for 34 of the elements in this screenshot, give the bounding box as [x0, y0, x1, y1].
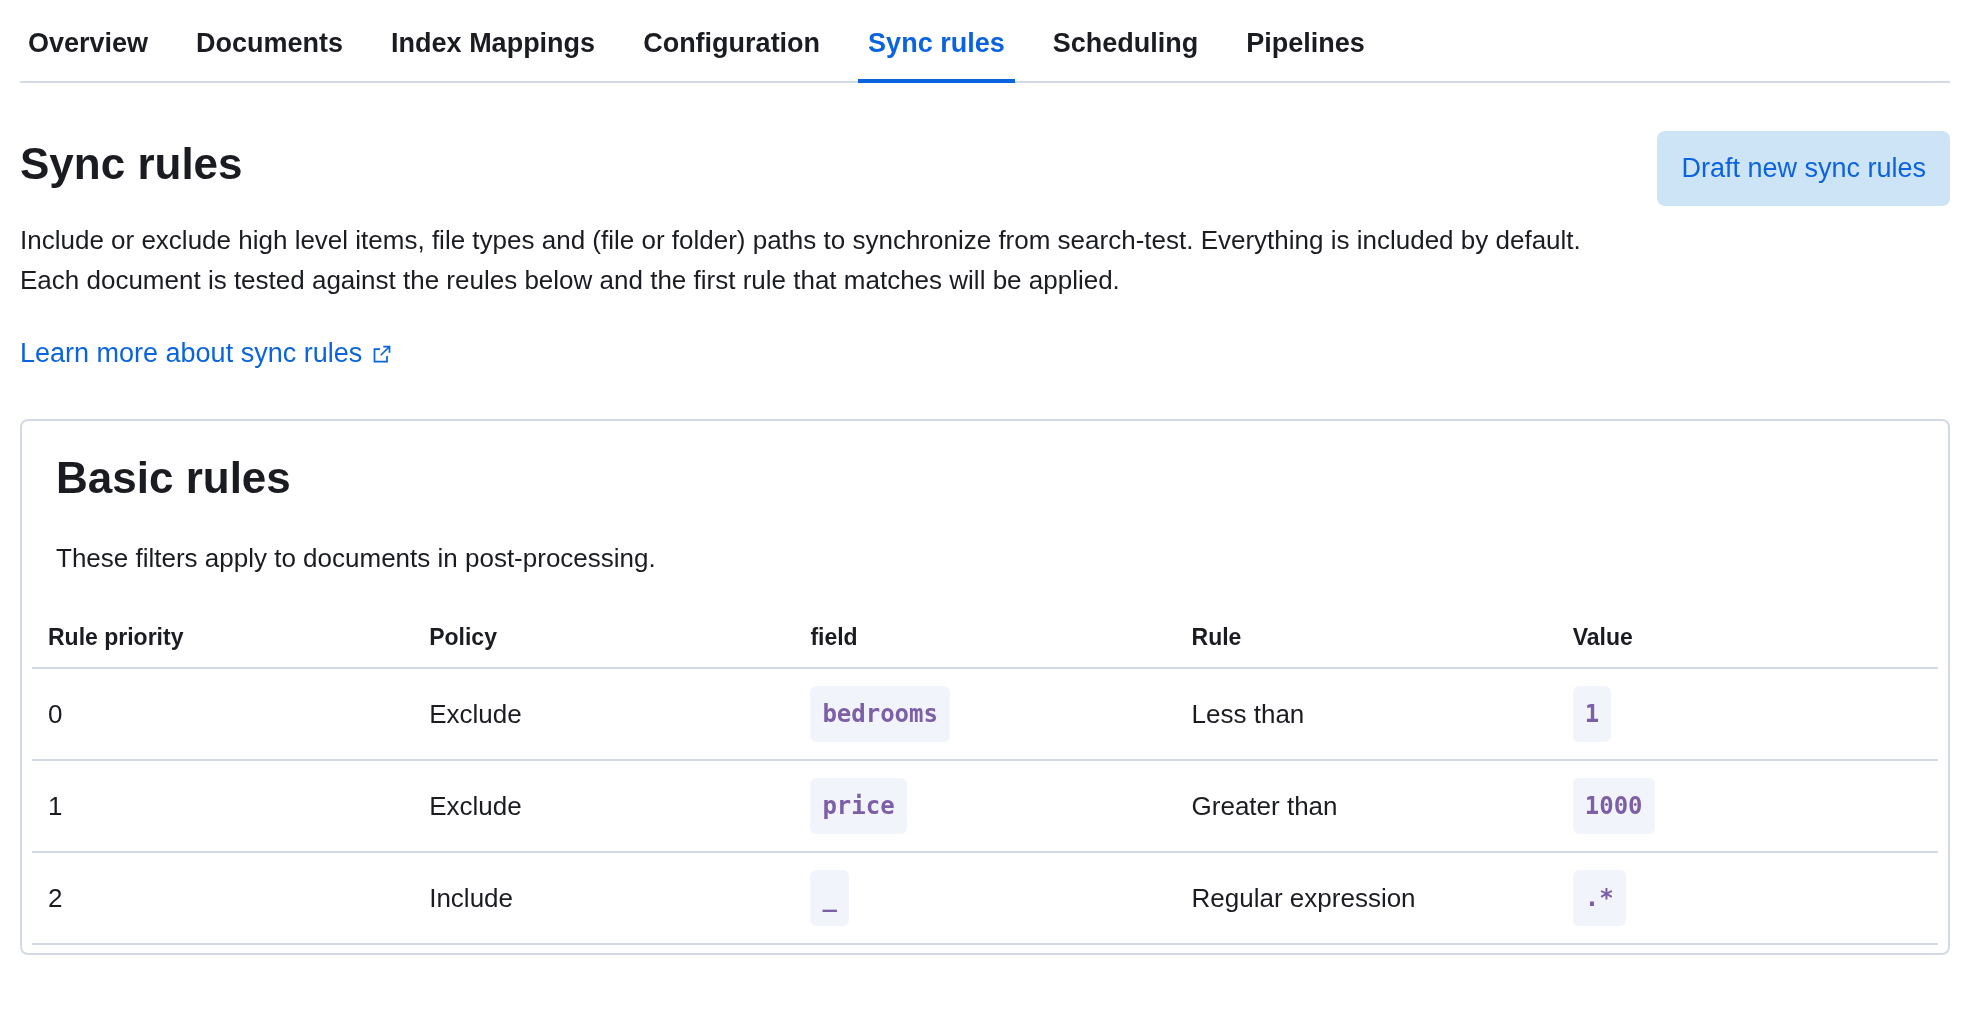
external-link-icon [372, 343, 393, 364]
table-cell: Exclude [413, 668, 795, 760]
tab[interactable]: Overview [20, 12, 159, 83]
code-tag: 1 [1572, 686, 1612, 742]
table-cell: 1 [32, 760, 414, 852]
column-header: Policy [413, 608, 795, 668]
tab[interactable]: Scheduling [1042, 12, 1209, 83]
code-tag: 1000 [1572, 778, 1655, 834]
page-title: Sync rules [20, 139, 243, 189]
tab[interactable]: Documents [186, 12, 354, 83]
code-tag: _ [810, 870, 849, 926]
panel-title: Basic rules [56, 453, 292, 503]
description-text: Include or exclude high level items, file types and (file or folder) paths to synchronize from search-test. Everything is included by default. Each document is tested against the reules below and the first rule that matches will be applied. [20, 224, 1582, 297]
column-header: Rule [1175, 608, 1557, 668]
tab[interactable]: Configuration [633, 12, 831, 83]
table-cell: Regular expression [1175, 852, 1557, 944]
learn-more-link[interactable]: Learn more about sync rules [20, 338, 393, 369]
table-cell: Exclude [413, 760, 795, 852]
table-cell: Greater than [1175, 760, 1557, 852]
panel-description: These filters apply to documents in post-processing. [56, 543, 657, 574]
column-header: Rule priority [32, 608, 414, 668]
code-tag: bedrooms [810, 686, 950, 742]
table-cell: 0 [32, 668, 414, 760]
table-cell: Less than [1175, 668, 1557, 760]
tab[interactable]: Pipelines [1236, 12, 1375, 83]
tab[interactable]: Sync rules [858, 12, 1015, 83]
table-cell: 2 [32, 852, 414, 944]
column-header: Value [1556, 608, 1938, 668]
table-cell: Include [413, 852, 795, 944]
tab[interactable]: Index Mappings [381, 12, 606, 83]
code-tag: .* [1572, 870, 1626, 926]
code-tag: price [810, 778, 907, 834]
draft-rules-button[interactable]: Draft new sync rules [1657, 131, 1950, 206]
column-header: field [794, 608, 1176, 668]
